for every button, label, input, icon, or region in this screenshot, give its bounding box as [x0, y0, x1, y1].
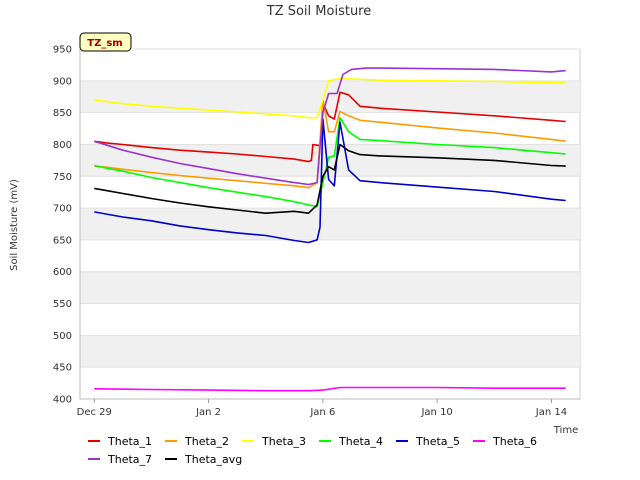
legend-item-label: Theta_5: [415, 435, 460, 448]
y-tick-label: 850: [53, 108, 72, 119]
grid-band: [80, 208, 580, 240]
y-tick-label: 550: [53, 299, 72, 310]
y-axis-label: Soil Moisture (mV): [9, 179, 20, 271]
y-tick-label: 950: [53, 45, 72, 56]
legend-item-label: Theta_1: [107, 435, 152, 448]
y-tick-label: 400: [53, 395, 72, 406]
x-tick-label: Jan 10: [420, 407, 452, 418]
y-tick-label: 800: [53, 140, 72, 151]
y-tick-label: 900: [53, 76, 72, 87]
grid-band: [80, 271, 580, 304]
legend-item-label: Theta_avg: [184, 453, 242, 466]
badge-label: TZ_sm: [87, 38, 122, 49]
x-tick-label: Jan 6: [309, 407, 335, 418]
y-tick-label: 750: [53, 172, 72, 183]
series-badge: TZ_sm: [79, 32, 132, 52]
chart-title: TZ Soil Moisture: [266, 4, 372, 19]
y-axis-ticks: 400 450 500 550 600 650 700 750 800 850 900 950: [53, 45, 72, 406]
grid-band: [80, 80, 580, 113]
chart: TZ Soil Moisture 400 450 500 550 600 650 700 75…: [9, 4, 581, 466]
y-tick-label: 600: [53, 267, 72, 278]
x-tick-label: Dec 29: [77, 407, 112, 418]
x-tick-label: Jan 2: [195, 407, 221, 418]
legend-item-label: Theta_3: [261, 435, 306, 448]
legend-item-label: Theta_2: [184, 435, 229, 448]
y-tick-label: 450: [53, 363, 72, 374]
legend: Theta_1 Theta_2 Theta_3 Theta_4 Theta_5 Theta…: [88, 435, 537, 466]
y-tick-label: 700: [53, 204, 72, 215]
x-tick-label: Jan 14: [535, 407, 567, 418]
legend-item-label: Theta_7: [107, 453, 152, 466]
grid-band: [80, 335, 580, 368]
x-axis-label: Time: [553, 425, 578, 436]
legend-item-label: Theta_4: [338, 435, 383, 448]
plot-background: [79, 48, 581, 400]
y-tick-label: 500: [53, 331, 72, 342]
legend-item-label: Theta_6: [492, 435, 537, 448]
y-tick-label: 650: [53, 235, 72, 246]
x-axis-ticks: Dec 29 Jan 2 Jan 6 Jan 10 Jan 14: [77, 399, 567, 418]
